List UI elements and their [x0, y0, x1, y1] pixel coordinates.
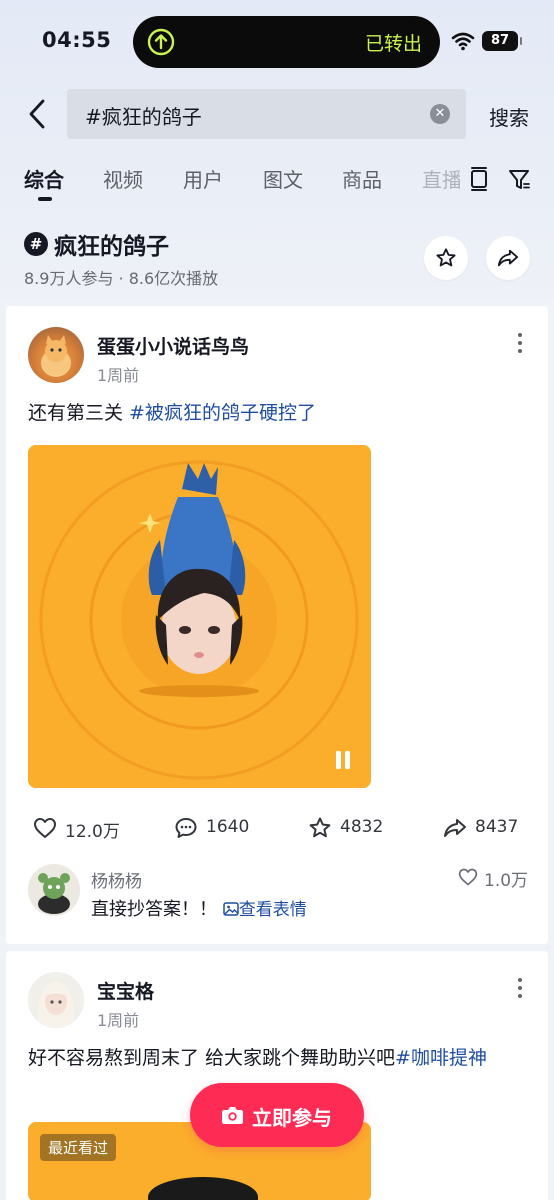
cat-avatar-image — [41, 335, 71, 377]
filter-icon[interactable] — [508, 166, 530, 192]
hashtag-icon: # — [24, 232, 48, 256]
dynamic-island[interactable]: 已转出 — [133, 16, 440, 68]
tab-comprehensive[interactable]: 综合 — [24, 164, 64, 193]
comment-author[interactable]: 杨杨杨 — [91, 867, 142, 892]
status-time: 04:55 — [42, 28, 112, 52]
comment-like-count: 1.0万 — [484, 871, 529, 891]
upload-icon — [147, 28, 175, 56]
hair-shape — [148, 1177, 258, 1200]
favorite-button[interactable]: 4832 — [308, 814, 398, 842]
star-icon — [309, 817, 331, 838]
tab-image-text[interactable]: 图文 — [263, 164, 303, 193]
post-caption: 好不容易熬到周末了 给大家跳个舞助助兴吧#咖啡提神 — [28, 1042, 528, 1074]
tab-videos[interactable]: 视频 — [103, 164, 143, 193]
island-status-text: 已转出 — [364, 33, 422, 55]
caption-hashtag[interactable]: #被疯狂的鸽子硬控了 — [129, 402, 316, 424]
hashtag-title: 疯狂的鸽子 — [54, 234, 169, 260]
heart-icon — [34, 818, 56, 838]
avatar[interactable] — [28, 972, 84, 1028]
comment-icon — [175, 818, 197, 838]
post-card[interactable]: 蛋蛋小小说话鸟鸟 1周前 还有第三关 #被疯狂的鸽子硬控了 12.0万 1640… — [6, 306, 548, 944]
active-tab-indicator — [38, 197, 52, 201]
plush-avatar-image — [28, 864, 80, 916]
share-icon — [444, 819, 466, 837]
comment-body: 直接抄答案！！ — [91, 899, 217, 920]
view-sticker-link[interactable]: 查看表情 — [222, 900, 307, 920]
share-hashtag-button[interactable] — [486, 236, 530, 280]
result-tabs: 综合 视频 用户 图文 商品 直播 — [0, 160, 554, 206]
more-options-icon[interactable] — [518, 333, 524, 353]
join-now-button[interactable]: 立即参与 — [190, 1083, 364, 1147]
star-icon — [436, 248, 456, 267]
image-icon — [222, 902, 239, 916]
avatar[interactable] — [28, 864, 80, 916]
post-card[interactable]: 宝宝格 1周前 好不容易熬到周末了 给大家跳个舞助助兴吧#咖啡提神 最近看过 — [6, 951, 548, 1200]
heart-icon — [458, 868, 478, 886]
video-thumbnail[interactable] — [28, 445, 371, 788]
caption-text: 好不容易熬到周末了 给大家跳个舞助助兴吧 — [28, 1047, 396, 1069]
post-caption: 还有第三关 #被疯狂的鸽子硬控了 — [28, 397, 528, 429]
post-time: 1周前 — [97, 366, 140, 385]
post-author[interactable]: 宝宝格 — [97, 977, 154, 1004]
post-author[interactable]: 蛋蛋小小说话鸟鸟 — [97, 332, 249, 359]
caption-hashtag[interactable]: #咖啡提神 — [395, 1047, 487, 1069]
share-icon — [497, 249, 519, 267]
tab-live[interactable]: 直播 — [422, 164, 460, 193]
share-button[interactable]: 8437 — [443, 814, 533, 842]
battery-indicator: 87 — [482, 31, 522, 51]
comment-button[interactable]: 1640 — [174, 814, 264, 842]
comment-text: 直接抄答案！！ 查看表情 — [91, 895, 307, 921]
wifi-icon — [451, 32, 475, 51]
tab-products[interactable]: 商品 — [342, 164, 382, 193]
caption-text: 还有第三关 — [28, 402, 130, 424]
comment-count: 1640 — [206, 817, 250, 837]
back-arrow-icon[interactable] — [26, 98, 48, 130]
tab-users[interactable]: 用户 — [183, 164, 223, 193]
camera-icon — [222, 1107, 243, 1124]
favorite-hashtag-button[interactable] — [424, 236, 468, 280]
join-now-label: 立即参与 — [252, 1106, 332, 1130]
like-button[interactable]: 12.0万 — [33, 814, 133, 842]
share-count: 8437 — [475, 817, 519, 837]
search-button[interactable]: 搜索 — [489, 102, 529, 131]
more-options-icon[interactable] — [518, 978, 524, 998]
clear-search-icon[interactable]: ✕ — [430, 104, 450, 124]
collapse-tabs-icon[interactable] — [468, 166, 490, 192]
favorite-count: 4832 — [340, 817, 384, 837]
video-frame-image — [28, 445, 371, 788]
view-sticker-label: 查看表情 — [238, 900, 307, 920]
hashtag-stats: 8.9万人参与 · 8.6亿次播放 — [24, 269, 219, 288]
avatar[interactable] — [28, 327, 84, 383]
like-count: 12.0万 — [65, 822, 120, 842]
doll-avatar-image — [28, 972, 84, 1028]
status-bar: 04:55 已转出 87 — [0, 0, 554, 80]
post-time: 1周前 — [97, 1011, 140, 1030]
search-input[interactable]: #疯狂的鸽子 ✕ — [67, 89, 466, 139]
recently-viewed-badge: 最近看过 — [40, 1134, 117, 1161]
search-query-text: #疯狂的鸽子 — [85, 105, 202, 129]
